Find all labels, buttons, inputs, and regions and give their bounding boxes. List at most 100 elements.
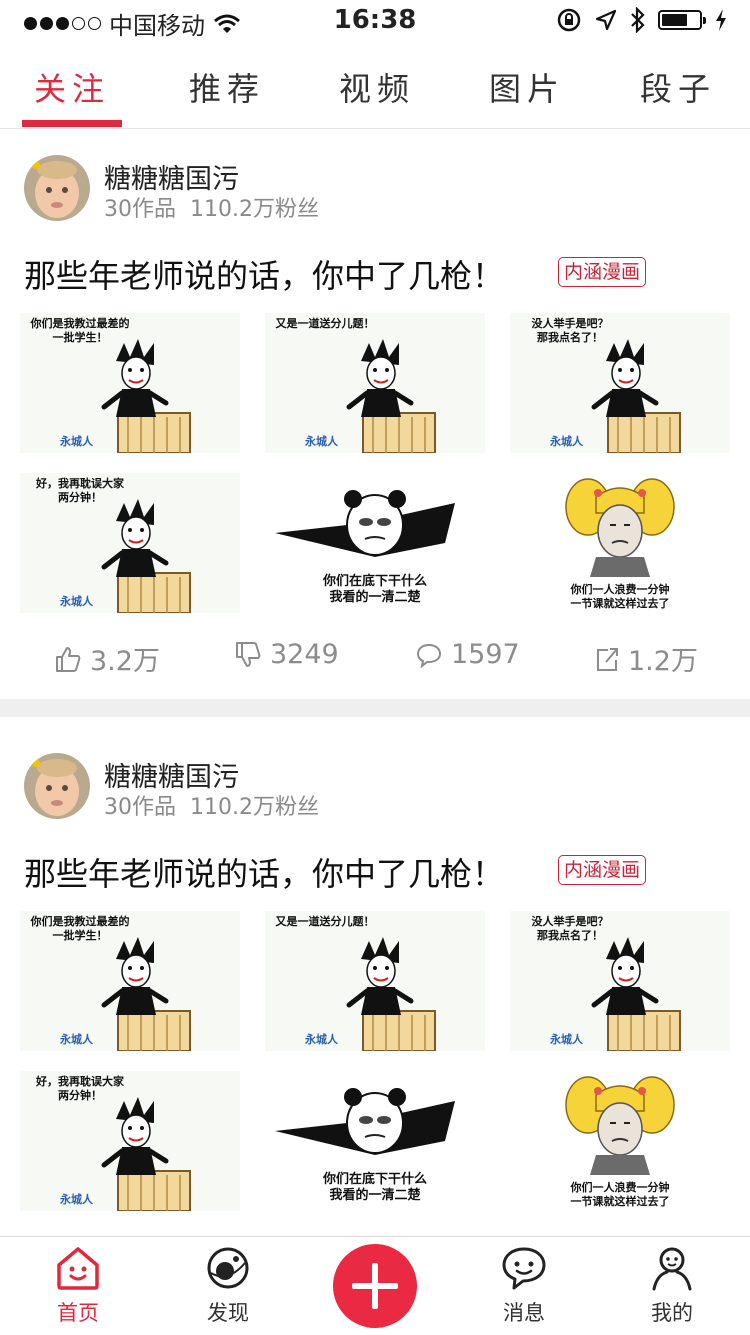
like-button[interactable]: 3.2万	[54, 639, 160, 678]
share-button[interactable]: 1.2万	[594, 639, 698, 678]
image-caption: 两分钟！	[58, 1088, 102, 1102]
active-tab-indicator	[22, 120, 122, 127]
tab-pictures[interactable]: 图片	[472, 64, 582, 110]
watermark: 永城人	[59, 1032, 94, 1046]
image-caption: 没人举手是吧？	[532, 316, 609, 330]
tab-jokes[interactable]: 段子	[623, 64, 733, 110]
image-caption: 我看的一清二楚	[329, 1187, 421, 1203]
image-caption: 我看的一清二楚	[329, 589, 421, 605]
rotation-lock-icon	[557, 8, 581, 32]
pigtail-meme: 你们一人浪费一分钟一节课就这样过去了	[510, 1071, 730, 1211]
image-caption: 你们是我教过最差的	[30, 316, 130, 330]
image-caption: 那我点名了！	[537, 928, 603, 942]
fans-count: 110.2万粉丝	[190, 795, 319, 820]
post-image[interactable]: 又是一道送分儿题！ 永城人	[265, 911, 485, 1051]
image-caption: 没人举手是吧？	[532, 914, 609, 928]
watermark: 永城人	[59, 434, 94, 448]
nav-profile[interactable]: 我的	[622, 1245, 722, 1327]
nav-messages-label: 消息	[503, 1301, 545, 1325]
tab-follow[interactable]: 关注	[17, 64, 127, 110]
author-stats: 30作品 110.2万粉丝	[104, 191, 319, 223]
status-bar: 中国移动 16:38	[0, 0, 750, 40]
post-image[interactable]: 没人举手是吧？ 那我点名了！ 永城人	[510, 313, 730, 453]
nav-home[interactable]: 首页	[28, 1245, 128, 1327]
works-count: 30作品	[104, 197, 176, 222]
share-count: 1.2万	[628, 646, 698, 677]
image-grid: 你们是我教过最差的 一批学生！ 永城人 又是一道送分儿题！ 永城人 没人举手是吧？ 那我点名…	[20, 911, 732, 1211]
comment-button[interactable]: 1597	[415, 639, 520, 670]
avatar[interactable]	[24, 753, 90, 819]
image-caption: 你们在底下干什么	[322, 1171, 427, 1187]
watermark: 永城人	[549, 434, 584, 448]
thumbs-down-icon	[236, 641, 261, 667]
home-icon	[57, 1247, 99, 1290]
image-caption: 好，我再耽误大家	[35, 1074, 125, 1088]
image-caption: 好，我再耽误大家	[35, 476, 125, 490]
post-image[interactable]: 又是一道送分儿题！ 永城人	[265, 313, 485, 453]
teacher-comic: 你们是我教过最差的一批学生！ 永城人	[20, 911, 240, 1051]
comment-count: 1597	[451, 639, 520, 670]
charging-icon	[716, 9, 726, 31]
watermark: 永城人	[304, 434, 339, 448]
image-caption: 一批学生！	[53, 928, 108, 942]
share-icon	[597, 647, 618, 671]
dislike-count: 3249	[270, 639, 339, 670]
post-image[interactable]: 你们在底下干什么 我看的一清二楚	[265, 1071, 485, 1211]
post-image[interactable]: 你们是我教过最差的 一批学生！ 永城人	[20, 911, 240, 1051]
post-image[interactable]: 你们一人浪费一分钟 一节课就这样过去了	[510, 473, 730, 613]
nav-home-label: 首页	[57, 1301, 99, 1325]
image-caption: 一节课就这样过去了	[571, 1194, 670, 1208]
avatar[interactable]	[24, 155, 90, 221]
watermark: 永城人	[304, 1032, 339, 1046]
image-caption: 你们在底下干什么	[322, 573, 427, 589]
author-stats: 30作品 110.2万粉丝	[104, 789, 319, 821]
teacher-comic: 没人举手是吧？那我点名了！ 永城人	[510, 313, 730, 453]
watermark: 永城人	[549, 1032, 584, 1046]
nav-discover-label: 发现	[207, 1301, 249, 1325]
dislike-button[interactable]: 3249	[234, 639, 339, 670]
post-image[interactable]: 好，我再耽误大家 两分钟！ 永城人	[20, 1071, 240, 1211]
tab-recommend[interactable]: 推荐	[172, 64, 282, 110]
watermark: 永城人	[59, 594, 94, 608]
like-count: 3.2万	[90, 646, 160, 677]
nav-messages[interactable]: 消息	[474, 1245, 574, 1327]
post-title[interactable]: 那些年老师说的话，你中了几枪！	[24, 849, 504, 895]
panda-meme: 你们在底下干什么我看的一清二楚	[265, 473, 485, 613]
teacher-comic: 没人举手是吧？那我点名了！ 永城人	[510, 911, 730, 1051]
teacher-comic: 你们是我教过最差的一批学生！ 永城人	[20, 313, 240, 453]
nav-discover[interactable]: 发现	[178, 1245, 278, 1327]
image-grid: 你们是我教过最差的 一批学生！ 永城人 又是一道送分儿题！ 永城人 没人举手是吧？ 那我点名…	[20, 313, 732, 613]
location-icon	[595, 9, 617, 31]
tab-video[interactable]: 视频	[322, 64, 432, 110]
image-caption: 你们一人浪费一分钟	[570, 582, 670, 596]
post-image[interactable]: 你们一人浪费一分钟 一节课就这样过去了	[510, 1071, 730, 1211]
image-caption: 一节课就这样过去了	[571, 596, 670, 610]
post-title[interactable]: 那些年老师说的话，你中了几枪！	[24, 251, 504, 297]
image-caption: 一批学生！	[53, 330, 108, 344]
fans-count: 110.2万粉丝	[190, 197, 319, 222]
image-caption: 又是一道送分儿题！	[275, 914, 375, 928]
battery-icon	[658, 10, 706, 30]
thumbs-up-icon	[56, 646, 81, 672]
post-image[interactable]: 你们是我教过最差的 一批学生！ 永城人	[20, 313, 240, 453]
category-tag[interactable]: 内涵漫画	[558, 855, 647, 885]
post-actions: 3.2万 3249 1597 1.2万	[0, 639, 750, 679]
teacher-comic: 好，我再耽误大家两分钟！ 永城人	[20, 1071, 240, 1211]
chat-icon	[502, 1247, 546, 1290]
post-image[interactable]: 没人举手是吧？ 那我点名了！ 永城人	[510, 911, 730, 1051]
bluetooth-icon	[631, 7, 645, 33]
category-tag[interactable]: 内涵漫画	[558, 257, 647, 287]
image-caption: 又是一道送分儿题！	[275, 316, 375, 330]
post-divider	[0, 699, 750, 717]
publish-button[interactable]	[333, 1244, 417, 1328]
post-image[interactable]: 好，我再耽误大家 两分钟！ 永城人	[20, 473, 240, 613]
image-caption: 两分钟！	[58, 490, 102, 504]
planet-icon	[207, 1247, 249, 1289]
post-image[interactable]: 你们在底下干什么 我看的一清二楚	[265, 473, 485, 613]
image-caption: 你们是我教过最差的	[30, 914, 130, 928]
panda-meme: 你们在底下干什么我看的一清二楚	[265, 1071, 485, 1211]
image-caption: 你们一人浪费一分钟	[570, 1180, 670, 1194]
pigtail-meme: 你们一人浪费一分钟一节课就这样过去了	[510, 473, 730, 613]
bottom-navigation: 首页 发现 消息 我的	[0, 1236, 750, 1335]
comment-icon	[416, 643, 442, 668]
